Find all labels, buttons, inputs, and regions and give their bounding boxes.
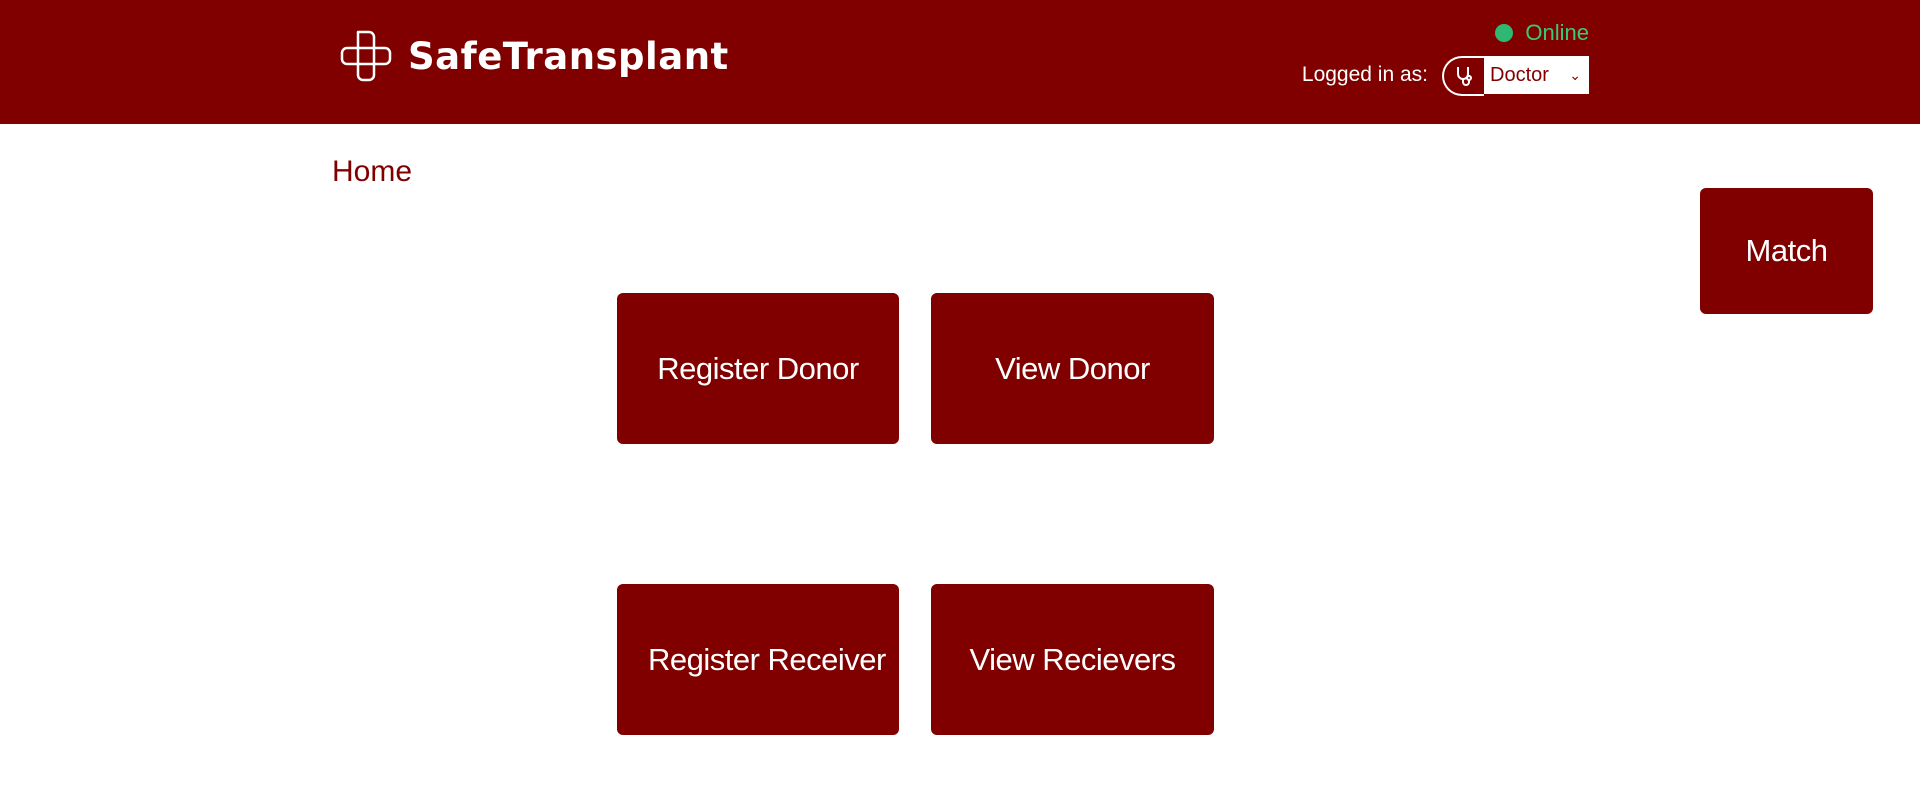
- chevron-down-icon: ⌄: [1569, 66, 1581, 83]
- role-dropdown[interactable]: Doctor ⌄: [1484, 56, 1589, 94]
- page-title: Home: [332, 155, 413, 188]
- view-donor-button[interactable]: View Donor: [931, 293, 1214, 444]
- role-select[interactable]: Doctor ⌄: [1442, 56, 1589, 96]
- role-value: Doctor: [1490, 63, 1549, 86]
- status-text: Online: [1525, 20, 1589, 45]
- status-dot-icon: [1495, 24, 1514, 42]
- register-donor-button[interactable]: Register Donor: [617, 293, 899, 444]
- brand-name: SafeTransplant: [408, 34, 729, 78]
- register-receiver-button[interactable]: Register Receiver: [617, 584, 899, 735]
- connection-status: Online: [1495, 20, 1589, 46]
- match-button[interactable]: Match: [1700, 188, 1873, 314]
- login-info: Logged in as: Doctor ⌄: [1301, 56, 1589, 96]
- logged-in-label: Logged in as:: [1301, 63, 1428, 86]
- stethoscope-icon: [1442, 56, 1484, 96]
- medical-cross-icon: [340, 30, 392, 82]
- brand[interactable]: SafeTransplant: [338, 28, 729, 84]
- top-header: SafeTransplant Online Logged in as: Doct…: [0, 0, 1920, 124]
- view-receivers-button[interactable]: View Recievers: [931, 584, 1214, 735]
